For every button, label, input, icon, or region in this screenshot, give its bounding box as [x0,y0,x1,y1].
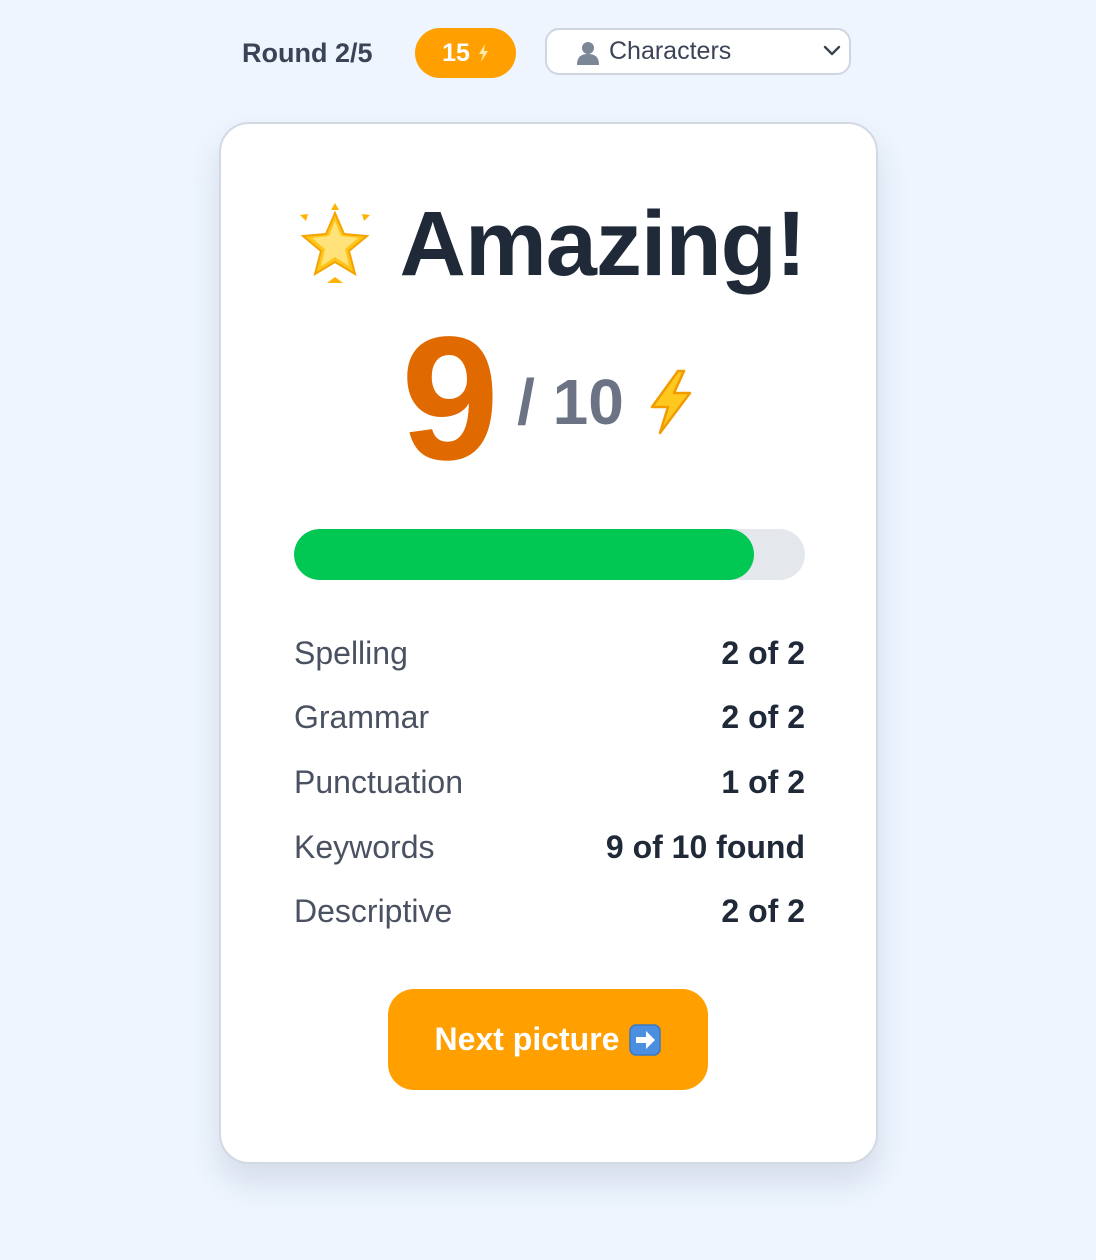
next-picture-label: Next picture [434,1021,620,1057]
breakdown-label: Punctuation [294,763,464,800]
category-selected-value: Characters [609,37,732,65]
next-picture-button[interactable]: Next picture [388,989,708,1090]
glowing-star-icon [299,203,370,283]
breakdown-value: 2 of 2 [721,634,805,671]
score-breakdown: Spelling 2 of 2 Grammar 2 of 2 Punctuati… [294,621,805,944]
breakdown-label: Spelling [294,634,408,671]
breakdown-value: 2 of 2 [721,699,805,736]
score-progress-fill [294,529,754,580]
breakdown-label: Keywords [294,828,435,865]
score-max: / 10 [517,366,624,438]
score-value: 9 [401,301,500,497]
category-select[interactable]: Characters [545,28,851,75]
lightning-icon [478,44,488,62]
breakdown-row-grammar: Grammar 2 of 2 [294,686,805,751]
score-display: 9 / 10 [221,301,876,497]
breakdown-value: 9 of 10 found [605,828,805,865]
breakdown-label: Descriptive [294,893,453,930]
lightning-icon [650,369,692,435]
points-count: 15 [442,38,470,67]
score-progress-bar [294,529,805,580]
breakdown-row-punctuation: Punctuation 1 of 2 [294,750,805,815]
breakdown-value: 1 of 2 [721,763,805,800]
result-card: Amazing! 9 / 10 Spelling 2 of 2 Grammar … [219,122,878,1164]
right-arrow-icon [629,1023,662,1056]
points-badge: 15 [415,28,516,78]
breakdown-row-descriptive: Descriptive 2 of 2 [294,879,805,944]
breakdown-row-keywords: Keywords 9 of 10 found [294,815,805,880]
top-bar: Round 2/5 15 Characters [0,28,1096,78]
round-indicator: Round 2/5 [242,38,373,68]
breakdown-label: Grammar [294,699,430,736]
person-icon [577,41,599,65]
result-headline: Amazing! [221,192,876,295]
headline-title: Amazing! [399,192,807,295]
breakdown-row-spelling: Spelling 2 of 2 [294,621,805,686]
chevron-down-icon[interactable] [823,45,841,57]
breakdown-value: 2 of 2 [721,893,805,930]
